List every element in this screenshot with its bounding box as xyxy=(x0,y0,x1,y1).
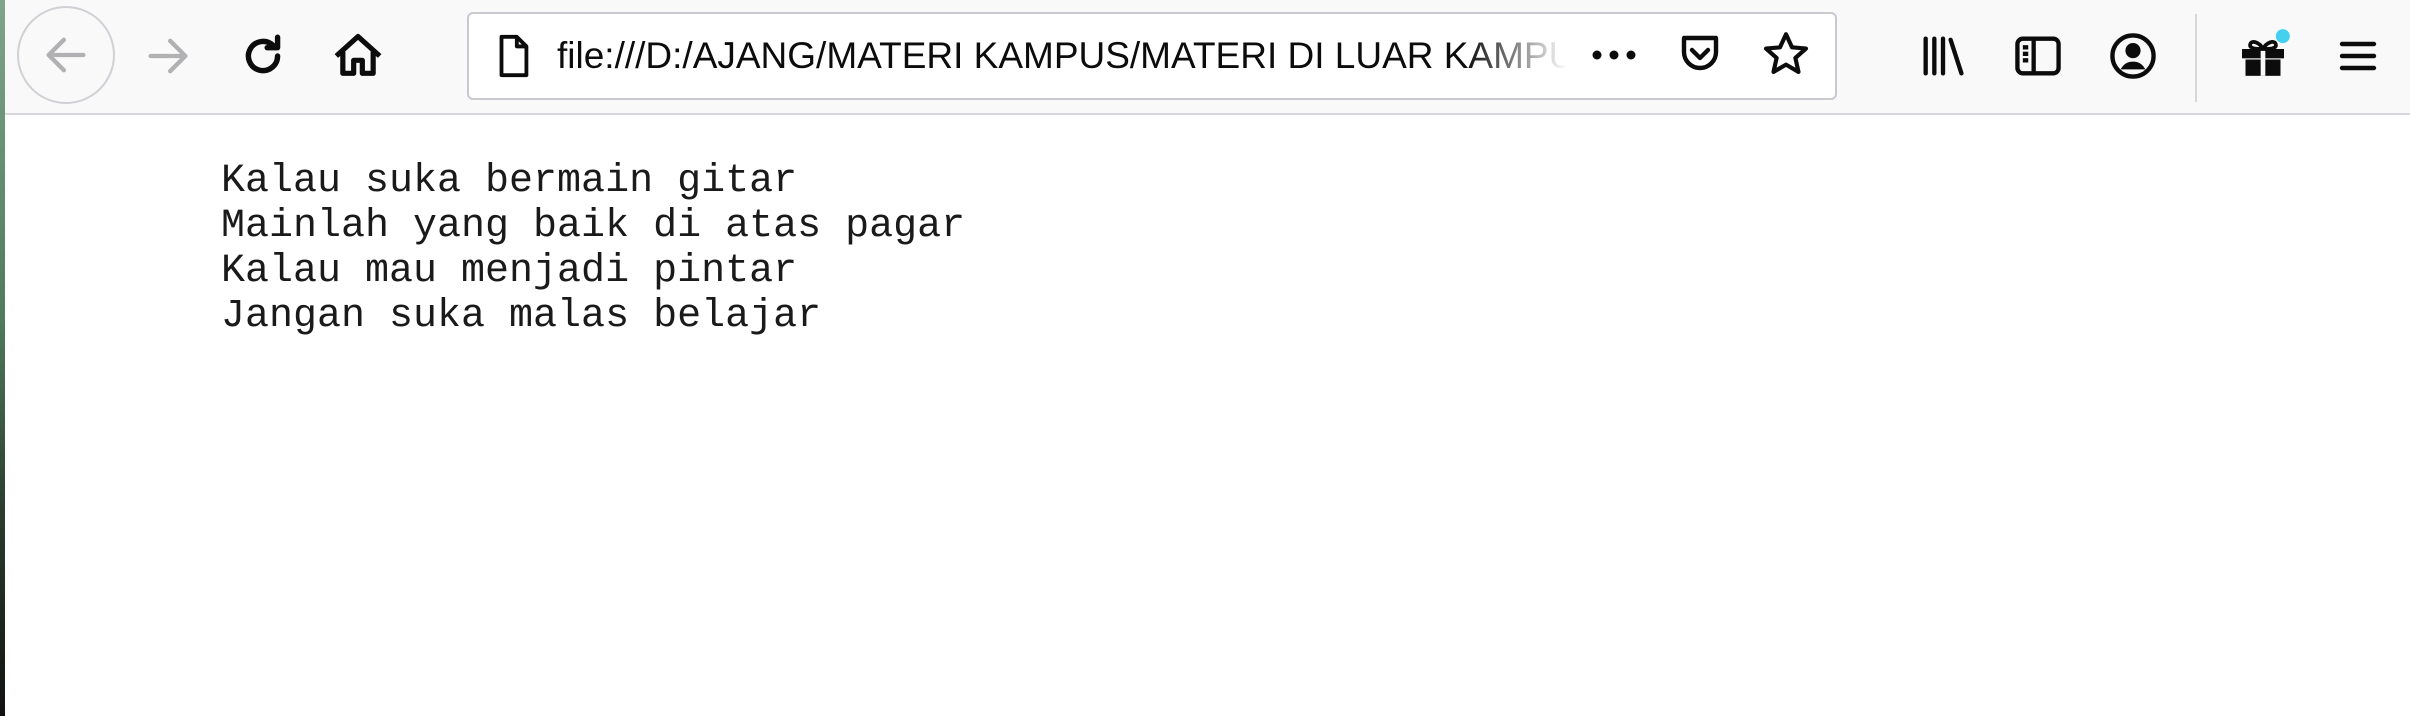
poem-line: Jangan suka malas belajar xyxy=(221,294,822,339)
navigation-toolbar: file:///D:/AJANG/MATERI KAMPUS/MATERI DI… xyxy=(5,0,2410,115)
account-button[interactable] xyxy=(2085,8,2181,104)
reload-button[interactable] xyxy=(215,8,311,104)
home-button[interactable] xyxy=(310,8,406,104)
sidebar-button[interactable] xyxy=(1990,8,2086,104)
url-text[interactable]: file:///D:/AJANG/MATERI KAMPUS/MATERI DI… xyxy=(557,35,1567,77)
ellipsis-icon xyxy=(1589,47,1639,66)
whats-new-button[interactable] xyxy=(2215,8,2311,104)
poem-line: Kalau mau menjadi pintar xyxy=(221,249,798,294)
star-icon xyxy=(1761,29,1811,83)
gift-icon xyxy=(2235,28,2291,84)
bookmark-button[interactable] xyxy=(1743,14,1829,98)
back-button[interactable] xyxy=(17,6,115,104)
forward-button[interactable] xyxy=(120,8,216,104)
page-actions-button[interactable] xyxy=(1571,14,1657,98)
poem-line: Kalau suka bermain gitar xyxy=(221,159,798,204)
poem-line: Mainlah yang baik di atas pagar xyxy=(221,204,966,249)
page-content: Kalau suka bermain gitar Mainlah yang ba… xyxy=(5,115,2410,716)
page-icon xyxy=(489,32,537,80)
address-bar[interactable]: file:///D:/AJANG/MATERI KAMPUS/MATERI DI… xyxy=(467,12,1837,100)
poem-text: Kalau suka bermain gitar Mainlah yang ba… xyxy=(221,159,965,339)
sidebar-icon xyxy=(2012,30,2064,82)
address-bar-actions xyxy=(1571,14,1829,98)
arrow-right-icon xyxy=(142,30,194,82)
toolbar-divider xyxy=(2195,14,2197,102)
library-button[interactable] xyxy=(1895,8,1991,104)
pocket-button[interactable] xyxy=(1657,14,1743,98)
main-menu-button[interactable] xyxy=(2310,8,2406,104)
account-icon xyxy=(2107,30,2159,82)
pocket-icon xyxy=(1676,30,1724,82)
browser-window: file:///D:/AJANG/MATERI KAMPUS/MATERI DI… xyxy=(0,0,2410,716)
reload-icon xyxy=(238,31,288,81)
hamburger-menu-icon xyxy=(2334,32,2382,80)
home-icon xyxy=(332,30,384,82)
arrow-left-icon xyxy=(40,29,92,81)
library-icon xyxy=(1917,30,1969,82)
